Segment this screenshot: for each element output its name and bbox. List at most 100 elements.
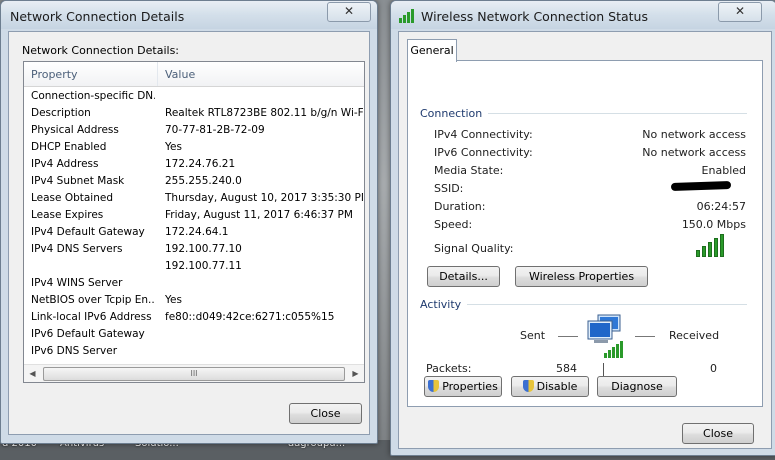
properties-button[interactable]: Properties <box>424 376 502 397</box>
table-row[interactable]: DHCP Enabled Yes <box>24 139 364 156</box>
table-row[interactable]: Lease Obtained Thursday, August 10, 2017 … <box>24 190 364 207</box>
table-row[interactable]: Link-local IPv6 Address fe80::d049:42ce:6… <box>24 309 364 326</box>
scroll-left-icon[interactable]: ◀ <box>24 365 41 382</box>
ipv6-connectivity-value: No network access <box>642 146 746 159</box>
value-cell: Yes <box>165 294 182 306</box>
received-line <box>635 336 655 337</box>
duration-label: Duration: <box>434 200 486 213</box>
table-row[interactable]: Lease Expires Friday, August 11, 2017 6:4… <box>24 207 364 224</box>
property-cell: Lease Expires <box>31 209 104 221</box>
details-button[interactable]: Details... <box>427 266 500 287</box>
table-row[interactable]: Description Realtek RTL8723BE 802.11 b/g/… <box>24 105 364 122</box>
details-caption: Network Connection Details: <box>22 44 180 57</box>
close-button[interactable]: Close <box>289 403 362 424</box>
disable-button[interactable]: Disable <box>511 376 589 397</box>
close-button[interactable]: Close <box>682 423 754 444</box>
value-cell: 192.100.77.10 <box>165 243 242 255</box>
packets-label: Packets: <box>426 362 472 375</box>
value-cell: fe80::d049:42ce:6271:c055%15 <box>165 311 335 323</box>
wireless-status-window: Wireless Network Connection Status ✕ Gen… <box>390 0 775 456</box>
value-cell: 172.24.76.21 <box>165 158 236 170</box>
value-cell: 172.24.64.1 <box>165 226 229 238</box>
list-rows: Connection-specific DN... Description Real… <box>24 88 364 360</box>
title-bar[interactable]: Wireless Network Connection Status ✕ <box>391 1 775 29</box>
value-cell: Yes <box>165 141 182 153</box>
speed-label: Speed: <box>434 218 473 231</box>
value-cell: 192.100.77.11 <box>165 260 242 272</box>
signal-quality-label: Signal Quality: <box>434 242 514 255</box>
window-title: Network Connection Details <box>10 9 185 24</box>
ipv6-connectivity-label: IPv6 Connectivity: <box>434 146 533 159</box>
tab-general[interactable]: General <box>407 39 457 62</box>
property-cell: IPv4 Address <box>31 158 99 170</box>
ssid-redaction <box>670 180 732 192</box>
table-row[interactable]: IPv4 Default Gateway 172.24.64.1 <box>24 224 364 241</box>
property-cell: Connection-specific DN... <box>31 90 155 102</box>
wireless-signal-icon <box>399 9 414 23</box>
property-cell: IPv6 DNS Server <box>31 345 118 357</box>
horizontal-scrollbar[interactable]: ◀ III ▶ <box>24 364 364 382</box>
property-cell: Link-local IPv6 Address <box>31 311 152 323</box>
group-divider <box>420 304 747 305</box>
uac-shield-icon <box>428 380 440 392</box>
uac-shield-icon <box>522 380 534 392</box>
window-title: Wireless Network Connection Status <box>421 9 648 24</box>
disable-button-label: Disable <box>536 380 578 393</box>
ipv4-connectivity-label: IPv4 Connectivity: <box>434 128 533 141</box>
table-row[interactable]: IPv6 DNS Server <box>24 343 364 360</box>
wireless-properties-button[interactable]: Wireless Properties <box>515 266 648 287</box>
details-list[interactable]: Property Value Connection-specific DN...… <box>23 61 365 383</box>
property-cell: IPv6 Default Gateway <box>31 328 145 340</box>
dialog-body: Network Connection Details: Property Val… <box>8 31 370 435</box>
sent-line <box>558 336 578 337</box>
property-cell: Lease Obtained <box>31 192 114 204</box>
property-cell: DHCP Enabled <box>31 141 107 153</box>
value-cell: Realtek RTL8723BE 802.11 b/g/n Wi-Fi <box>165 107 363 119</box>
table-row[interactable]: Physical Address 70-77-81-2B-72-09 <box>24 122 364 139</box>
table-row[interactable]: NetBIOS over Tcpip En... Yes <box>24 292 364 309</box>
title-bar[interactable]: Network Connection Details ✕ <box>1 1 377 29</box>
value-cell: 255.255.240.0 <box>165 175 242 187</box>
value-cell: Thursday, August 10, 2017 3:35:30 PM <box>165 192 363 204</box>
signal-bar <box>702 246 706 257</box>
property-cell: NetBIOS over Tcpip En... <box>31 294 155 306</box>
column-header-property[interactable]: Property <box>24 62 157 86</box>
network-connection-details-window: Network Connection Details ✕ Network Con… <box>0 0 378 444</box>
value-cell: 70-77-81-2B-72-09 <box>165 124 265 136</box>
received-label: Received <box>669 329 720 342</box>
properties-button-label: Properties <box>442 380 498 393</box>
close-icon[interactable]: ✕ <box>718 2 762 22</box>
speed-value: 150.0 Mbps <box>681 218 746 231</box>
duration-value: 06:24:57 <box>696 200 746 213</box>
property-cell: IPv4 Default Gateway <box>31 226 145 238</box>
connection-group-title: Connection <box>420 107 489 120</box>
network-computers-icon <box>587 314 623 358</box>
table-row[interactable]: IPv6 Default Gateway <box>24 326 364 343</box>
table-row[interactable]: IPv4 Address 172.24.76.21 <box>24 156 364 173</box>
scroll-thumb[interactable]: III <box>43 367 345 381</box>
table-row[interactable]: IPv4 WINS Server <box>24 275 364 292</box>
value-cell: Friday, August 11, 2017 6:46:37 PM <box>165 209 353 221</box>
signal-bar <box>708 242 712 257</box>
diagnose-button[interactable]: Diagnose <box>597 376 677 397</box>
packets-received-value: 0 <box>710 362 717 375</box>
signal-quality-bars-icon <box>696 234 726 257</box>
media-state-label: Media State: <box>434 164 504 177</box>
signal-bar <box>696 250 700 257</box>
property-cell: IPv4 Subnet Mask <box>31 175 125 187</box>
ipv4-connectivity-value: No network access <box>642 128 746 141</box>
signal-bar <box>714 238 718 257</box>
close-icon[interactable]: ✕ <box>327 2 371 22</box>
table-row[interactable]: IPv4 DNS Servers 192.100.77.10 <box>24 241 364 258</box>
list-header: Property Value <box>24 62 364 87</box>
table-row[interactable]: IPv4 Subnet Mask 255.255.240.0 <box>24 173 364 190</box>
packets-divider <box>603 363 604 377</box>
table-row[interactable]: Connection-specific DN... <box>24 88 364 105</box>
media-state-value: Enabled <box>701 164 746 177</box>
table-row[interactable]: 192.100.77.11 <box>24 258 364 275</box>
activity-group-title: Activity <box>420 298 468 311</box>
column-header-value[interactable]: Value <box>158 62 365 86</box>
signal-bar <box>720 234 724 257</box>
scroll-right-icon[interactable]: ▶ <box>347 365 364 382</box>
packets-sent-value: 584 <box>556 362 577 375</box>
